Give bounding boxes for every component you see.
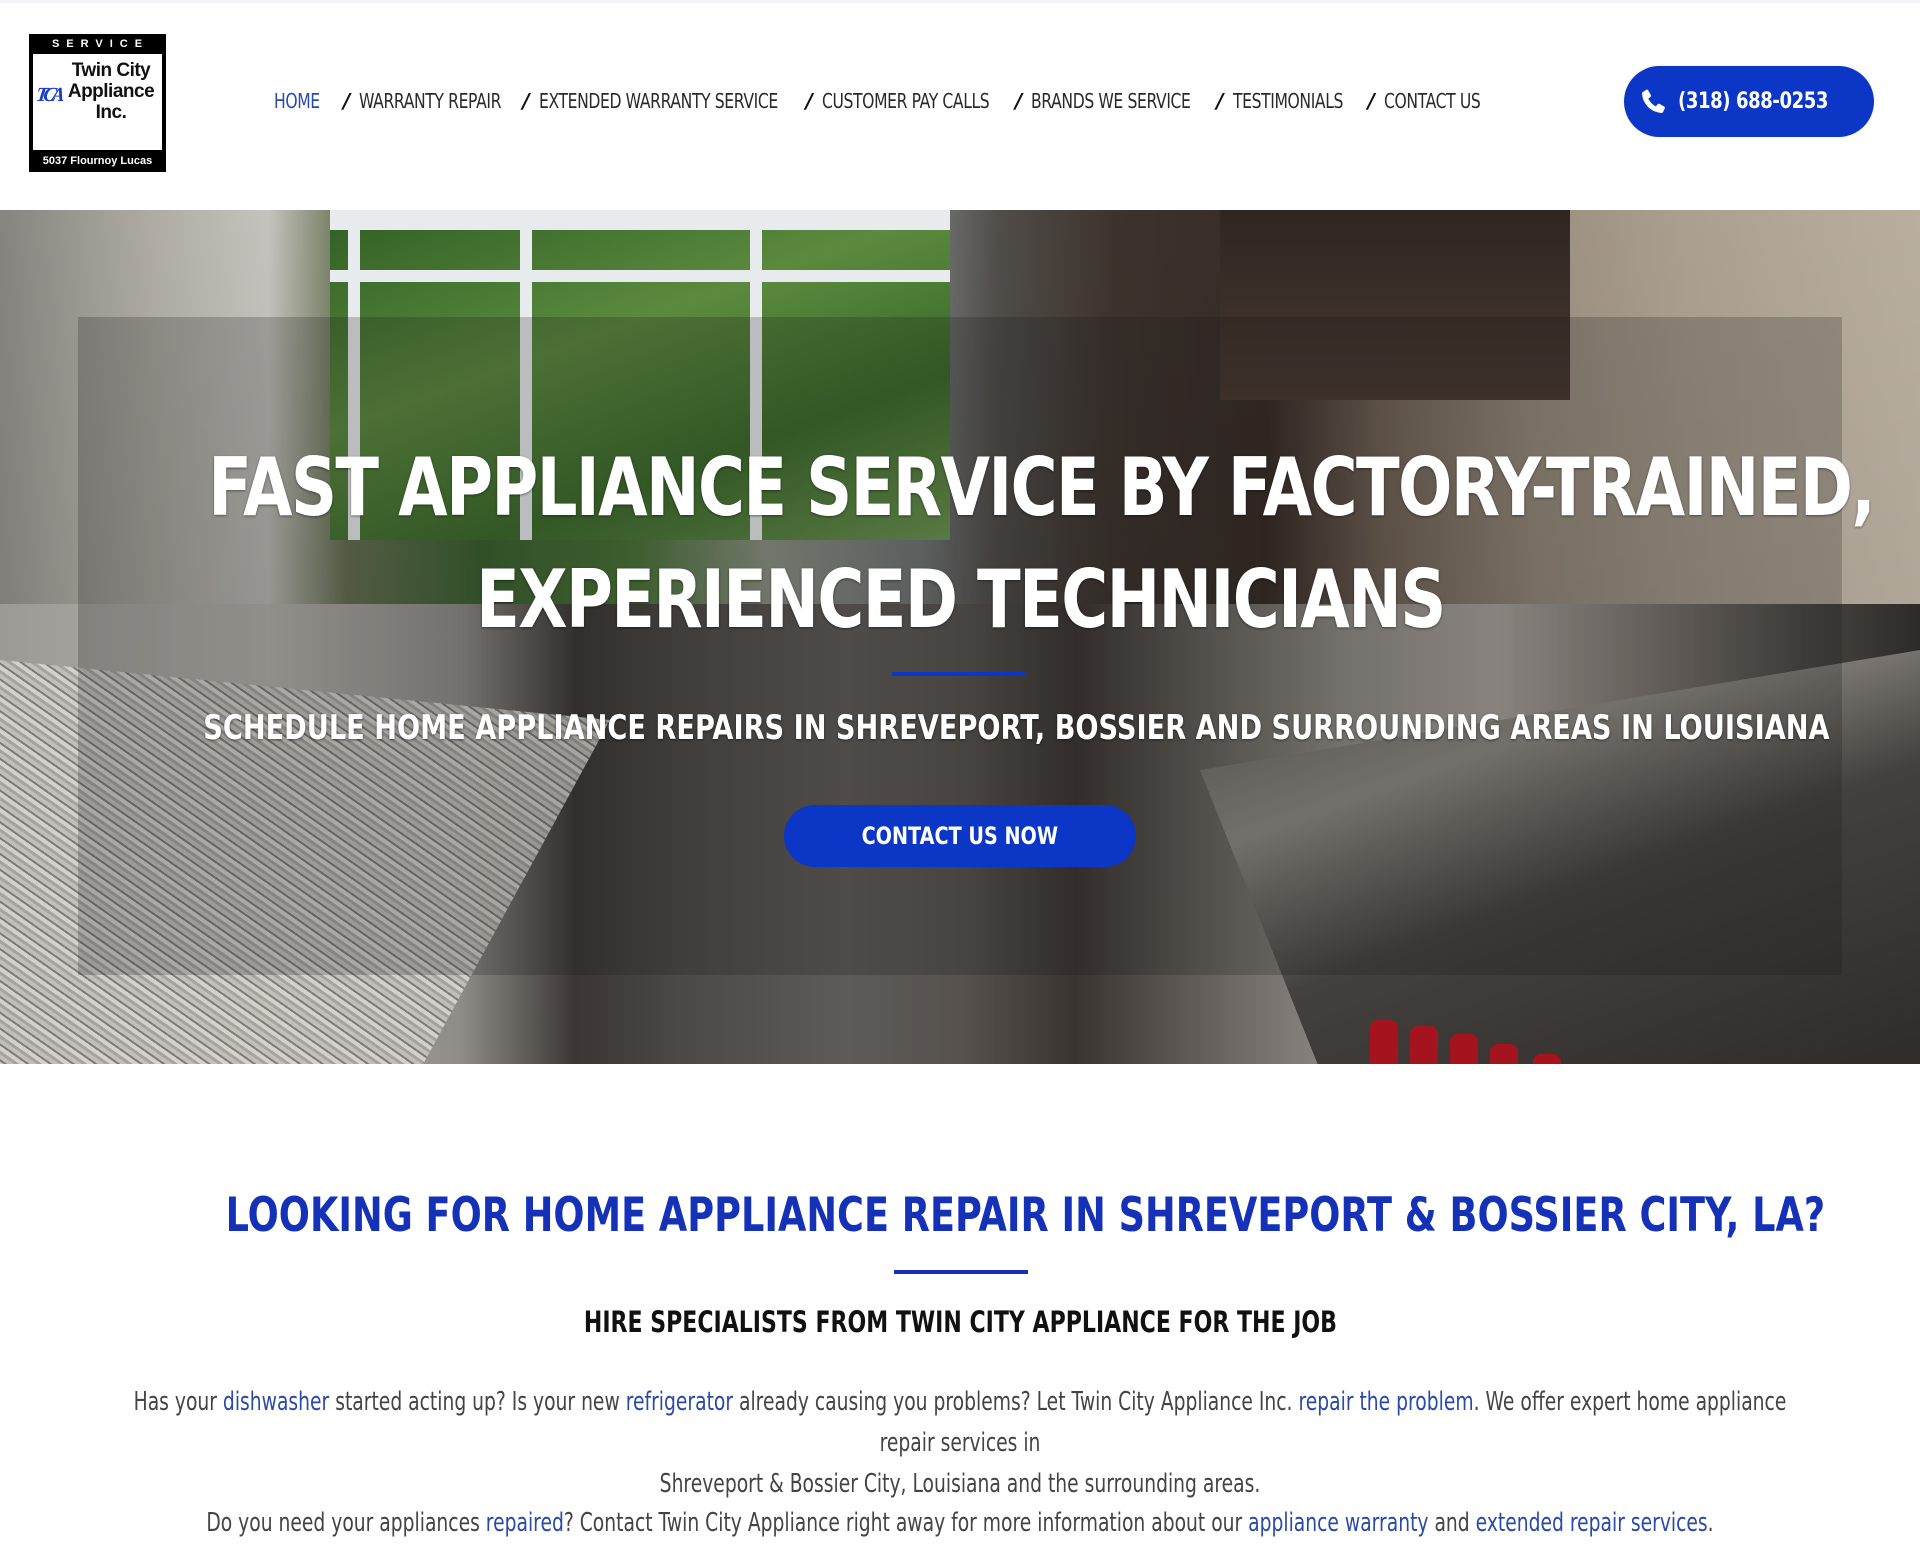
logo[interactable]: SERVICE TCA Twin City Appliance Inc. 503… [29,34,166,172]
logo-monogram: TCA [34,84,62,106]
hero-title-line1: FAST APPLIANCE SERVICE BY FACTORY-TRAINE… [208,441,1875,534]
nav-extended-warranty-service[interactable]: EXTENDED WARRANTY SERVICE [539,89,778,113]
intro-paragraph-1: Has your dishwasher started acting up? I… [0,1382,1920,1505]
logo-name-line1: Twin City [71,60,151,81]
nav-separator: / [1216,89,1224,113]
stove-knob [1450,1034,1478,1064]
nav-separator: / [805,89,813,113]
text: Shreveport & Bossier City, Louisiana and… [659,1469,1261,1499]
text: and [1428,1508,1476,1538]
logo-name-line2: Appliance [67,81,155,102]
text: Do you need your appliances [206,1508,486,1538]
hero-title-line2: EXPERIENCED TECHNICIANS [475,553,1446,646]
contact-us-now-button[interactable]: CONTACT US NOW [784,805,1136,867]
stove-knob [1410,1026,1438,1064]
text: ? Contact Twin City Appliance right away… [563,1508,1249,1538]
link-appliance-warranty[interactable]: appliance warranty [1248,1508,1428,1538]
logo-panel: TCA Twin City Appliance Inc. [33,54,162,150]
nav-customer-pay-calls[interactable]: CUSTOMER PAY CALLS [822,89,990,113]
intro-paragraph-2: Do you need your appliances repaired? Co… [0,1503,1920,1544]
hero-subtitle-text: SCHEDULE HOME APPLIANCE REPAIRS IN SHREV… [203,708,1830,748]
nav-contact-us[interactable]: CONTACT US [1384,89,1481,113]
nav-brands-we-service[interactable]: BRANDS WE SERVICE [1031,89,1191,113]
nav-separator: / [1367,89,1375,113]
logo-address: 5037 Flournoy Lucas [42,155,153,167]
text: Has your [133,1387,223,1417]
main-nav: HOME / WARRANTY REPAIR / EXTENDED WARRAN… [274,85,1494,117]
link-refrigerator[interactable]: refrigerator [626,1387,733,1417]
logo-company-name: Twin City Appliance Inc. [61,60,161,123]
logo-service-label: SERVICE [51,38,150,50]
link-extended-repair-services[interactable]: extended repair services [1476,1508,1708,1538]
stove-knob [1533,1054,1561,1064]
text: already causing you problems? Let Twin C… [733,1387,1299,1417]
hero-divider [892,672,1026,676]
link-dishwasher[interactable]: dishwasher [223,1387,329,1417]
nav-separator: / [1014,89,1023,113]
text: started acting up? Is your new [329,1387,626,1417]
logo-name-line3: Inc. [95,102,127,123]
section-title: LOOKING FOR HOME APPLIANCE REPAIR IN SHR… [0,1183,1920,1249]
site-header: SERVICE TCA Twin City Appliance Inc. 503… [0,3,1920,210]
phone-icon [1638,87,1668,117]
hero-title: FAST APPLIANCE SERVICE BY FACTORY-TRAINE… [0,432,1920,656]
stove-knob [1490,1044,1518,1064]
nav-separator: / [343,89,351,113]
nav-separator: / [522,89,530,113]
phone-call-button[interactable]: (318) 688-0253 [1624,66,1874,137]
phone-number: (318) 688-0253 [1677,89,1828,114]
nav-testimonials[interactable]: TESTIMONIALS [1233,89,1343,113]
text: . [1707,1508,1714,1538]
nav-warranty-repair[interactable]: WARRANTY REPAIR [359,89,501,113]
section-divider [894,1270,1028,1274]
contact-us-now-label: CONTACT US NOW [861,822,1059,850]
section-title-text: LOOKING FOR HOME APPLIANCE REPAIR IN SHR… [225,1188,1826,1243]
section-subtitle-text: HIRE SPECIALISTS FROM TWIN CITY APPLIANC… [583,1305,1337,1339]
link-repaired[interactable]: repaired [486,1508,564,1538]
nav-home[interactable]: HOME [274,89,321,113]
hero-banner: FAST APPLIANCE SERVICE BY FACTORY-TRAINE… [0,210,1920,1064]
stove-knob [1370,1020,1398,1064]
hero-bg-knobs [1370,1020,1630,1064]
section-subtitle: HIRE SPECIALISTS FROM TWIN CITY APPLIANC… [0,1302,1920,1342]
hero-subtitle: SCHEDULE HOME APPLIANCE REPAIRS IN SHREV… [0,705,1920,751]
link-repair-the-problem[interactable]: repair the problem [1298,1387,1473,1417]
